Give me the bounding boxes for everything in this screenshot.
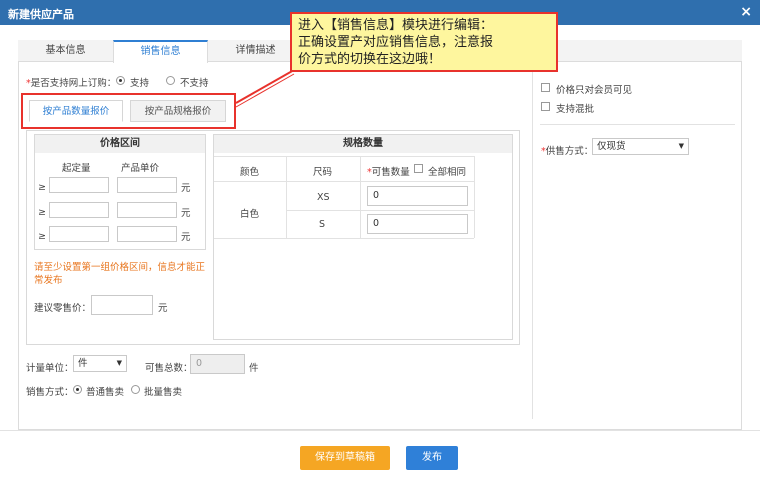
- col-available-qty: *可售数量: [367, 167, 410, 178]
- online-order-no-radio[interactable]: [166, 76, 175, 85]
- col-min-qty: 起定量: [62, 163, 91, 174]
- unit-label: 计量单位：: [26, 363, 74, 374]
- yuan-unit: 元: [181, 232, 191, 243]
- guide-tooltip: 进入【销售信息】模块进行编辑： 正确设置产对应销售信息，注意报 价方式的切换在这…: [290, 12, 558, 72]
- price-tab-by-spec[interactable]: 按产品规格报价: [130, 100, 226, 122]
- suggest-price-unit: 元: [158, 303, 168, 314]
- suggest-price-input[interactable]: [91, 295, 153, 315]
- supply-mode-select[interactable]: 仅现货 ▼: [592, 138, 689, 155]
- col-unit-price: 产品单价: [121, 163, 160, 174]
- sale-mode-normal-radio[interactable]: [73, 385, 82, 394]
- supply-mode-label: *供售方式：: [541, 146, 594, 157]
- member-only-label: 价格只对会员可见: [556, 85, 633, 96]
- ge-sign: ≥: [38, 207, 46, 218]
- spec-qty-input-s[interactable]: 0: [367, 214, 468, 234]
- tab-basic-info[interactable]: 基本信息: [18, 40, 113, 62]
- sale-mode-batch-label: 批量售卖: [144, 387, 183, 398]
- spec-color-cell: 白色: [240, 209, 260, 220]
- price-range-warning: 请至少设置第一组价格区间，信息才能正常发布: [34, 262, 206, 286]
- spec-size-cell: XS: [317, 192, 330, 203]
- mixed-batch-label: 支持混批: [556, 104, 595, 115]
- publish-button[interactable]: 发布: [406, 446, 458, 470]
- close-icon[interactable]: ×: [740, 4, 752, 20]
- online-order-yes-radio[interactable]: [116, 76, 125, 85]
- ge-sign: ≥: [38, 182, 46, 193]
- online-order-label: *是否支持网上订购：: [26, 78, 117, 89]
- min-qty-input-3[interactable]: [49, 226, 109, 242]
- member-only-checkbox[interactable]: [541, 83, 550, 92]
- online-order-yes-label: 支持: [130, 78, 150, 89]
- price-input-3[interactable]: [117, 226, 177, 242]
- min-qty-input-2[interactable]: [49, 202, 109, 218]
- spec-size-cell: S: [319, 219, 326, 230]
- all-same-checkbox[interactable]: [414, 164, 423, 173]
- price-range-header: 价格区间: [35, 135, 205, 153]
- yuan-unit: 元: [181, 208, 191, 219]
- chevron-down-icon: ▼: [678, 142, 684, 150]
- total-input: 0: [190, 354, 245, 374]
- tab-detail-desc[interactable]: 详情描述: [208, 40, 303, 62]
- total-label: 可售总数：: [145, 363, 193, 374]
- dialog-title: 新建供应产品: [8, 8, 74, 21]
- yuan-unit: 元: [181, 183, 191, 194]
- spec-header: 规格数量: [214, 135, 512, 153]
- unit-select[interactable]: 件 ▼: [73, 355, 127, 372]
- col-size: 尺码: [313, 167, 333, 178]
- chevron-down-icon: ▼: [116, 359, 122, 367]
- col-color: 颜色: [240, 167, 260, 178]
- all-same-label: 全部相同: [428, 167, 467, 178]
- mixed-batch-checkbox[interactable]: [541, 102, 550, 111]
- save-draft-button[interactable]: 保存到草稿箱: [300, 446, 390, 470]
- price-input-2[interactable]: [117, 202, 177, 218]
- total-unit: 件: [249, 363, 259, 374]
- ge-sign: ≥: [38, 231, 46, 242]
- suggest-price-label: 建议零售价：: [34, 303, 92, 314]
- sale-mode-batch-radio[interactable]: [131, 385, 140, 394]
- sale-mode-label: 销售方式：: [26, 387, 74, 398]
- sale-mode-normal-label: 普通售卖: [86, 387, 125, 398]
- tab-sales-info[interactable]: 销售信息: [113, 40, 208, 63]
- min-qty-input-1[interactable]: [49, 177, 109, 193]
- price-input-1[interactable]: [117, 177, 177, 193]
- online-order-no-label: 不支持: [180, 78, 209, 89]
- spec-qty-input-xs[interactable]: 0: [367, 186, 468, 206]
- price-tab-by-quantity[interactable]: 按产品数量报价: [29, 100, 123, 122]
